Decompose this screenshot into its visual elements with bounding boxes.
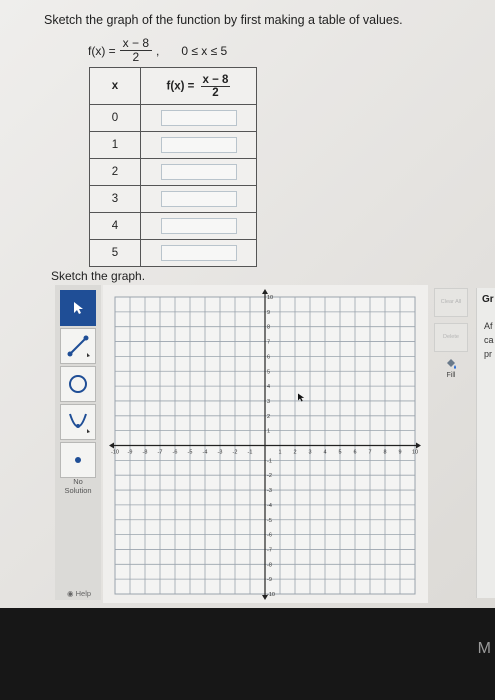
x-tick-label: -8 [143, 450, 148, 456]
f-value-input[interactable] [160, 245, 237, 261]
y-tick-label: 2 [267, 414, 270, 420]
table-row: 3 [89, 185, 257, 213]
y-tick-label: -8 [267, 562, 272, 568]
x-tick-label: 3 [308, 450, 311, 456]
x-value: 5 [89, 239, 141, 267]
x-axis-arrow-right [416, 442, 421, 449]
bottom-bar: M [0, 608, 495, 700]
x-axis-arrow-left [109, 442, 114, 449]
x-tick-label: 4 [323, 450, 326, 456]
point-tool-button[interactable] [60, 442, 96, 478]
function-numerator: x − 8 [119, 37, 153, 51]
y-tick-label: -7 [267, 547, 272, 553]
pointer-tool-button[interactable] [60, 290, 96, 326]
x-value: 1 [89, 131, 141, 159]
f-value-input[interactable] [160, 191, 237, 207]
function-lhs: f(x) = [88, 43, 116, 58]
function-denominator: 2 [132, 50, 140, 64]
table-row: 1 [89, 131, 257, 159]
graph-area[interactable]: -10 -9 -8 -7 -6 -5 -4 -3 -2 -1 1 2 3 4 5 6 7 8 9 10 10 9 8 7 6 5 4… [103, 285, 428, 603]
parabola-tool-button[interactable] [60, 404, 96, 440]
y-tick-label: 10 [267, 295, 273, 301]
x-tick-label: 6 [353, 450, 356, 456]
y-tick-label: -9 [267, 577, 272, 583]
f-value-input[interactable] [160, 137, 237, 153]
x-tick-label: 7 [368, 450, 371, 456]
f-value-input[interactable] [160, 110, 237, 126]
drawing-toolbar: No Solution ◉ Help [55, 285, 101, 600]
x-tick-label: -1 [248, 450, 253, 456]
y-tick-label: 4 [267, 384, 270, 390]
y-tick-label: 7 [267, 340, 270, 346]
f-column-header: f(x) = x − 8 2 [140, 67, 257, 105]
f-value-input[interactable] [160, 164, 237, 180]
bottom-glyph: M [477, 640, 491, 657]
values-table: x f(x) = x − 8 2 0 1 2 3 4 5 [89, 67, 257, 267]
x-value: 0 [89, 104, 141, 132]
x-tick-label: -7 [158, 450, 163, 456]
x-tick-label: 5 [338, 450, 341, 456]
y-tick-label: -1 [267, 458, 272, 464]
sketch-label: Sketch the graph. [51, 269, 146, 283]
x-tick-label: -3 [218, 450, 223, 456]
prompt-text: Sketch the graph of the function by firs… [44, 13, 403, 27]
pointer-icon [74, 302, 83, 314]
table-row: 0 [89, 104, 257, 132]
x-tick-label: -2 [233, 450, 238, 456]
x-tick-label: -6 [173, 450, 178, 456]
circle-icon [69, 375, 87, 393]
x-tick-label: 2 [293, 450, 296, 456]
y-tick-label: -5 [267, 518, 272, 524]
no-solution-button[interactable]: No Solution [59, 477, 97, 495]
x-tick-label: -5 [188, 450, 193, 456]
function-domain: 0 ≤ x ≤ 5 [181, 43, 228, 58]
x-tick-label: -4 [203, 450, 208, 456]
y-tick-label: 1 [267, 429, 270, 435]
right-info-panel: Gr Af ca pr [476, 288, 495, 598]
x-value: 4 [89, 212, 141, 240]
x-tick-label: 1 [278, 450, 281, 456]
function-definition: f(x) = x − 8 2 , 0 ≤ x ≤ 5 [88, 36, 228, 64]
y-tick-label: -2 [267, 473, 272, 479]
side-controls: Clear All Delete Fill [432, 288, 470, 379]
x-tick-label: 9 [398, 450, 401, 456]
fill-button[interactable]: Fill [432, 358, 470, 379]
x-tick-label: -9 [128, 450, 133, 456]
page: Sketch the graph of the function by firs… [0, 0, 495, 608]
y-tick-label: -4 [267, 503, 272, 509]
x-column-header: x [89, 67, 141, 105]
x-tick-label: 8 [383, 450, 386, 456]
y-tick-label: -10 [267, 592, 275, 598]
y-tick-label: -6 [267, 533, 272, 539]
y-tick-label: 9 [267, 310, 270, 316]
x-value: 3 [89, 185, 141, 213]
table-row: 5 [89, 239, 257, 267]
function-fraction: x − 8 2 [119, 37, 153, 64]
parabola-icon [69, 413, 90, 433]
table-row: 4 [89, 212, 257, 240]
y-tick-label: -3 [267, 488, 272, 494]
paint-bucket-icon [447, 359, 456, 369]
line-tool-button[interactable] [60, 328, 96, 364]
point-icon [75, 457, 81, 463]
x-value: 2 [89, 158, 141, 186]
f-value-input[interactable] [160, 218, 237, 234]
y-tick-label: 3 [267, 399, 270, 405]
delete-button[interactable]: Delete [434, 323, 468, 352]
y-tick-label: 5 [267, 369, 270, 375]
x-tick-label: 10 [412, 450, 418, 456]
help-icon: ◉ [67, 589, 74, 598]
table-row: 2 [89, 158, 257, 186]
y-tick-label: 8 [267, 325, 270, 331]
x-tick-label: -10 [111, 450, 119, 456]
clear-all-button[interactable]: Clear All [434, 288, 468, 317]
coordinate-grid[interactable]: -10 -9 -8 -7 -6 -5 -4 -3 -2 -1 1 2 3 4 5 6 7 8 9 10 10 9 8 7 6 5 4… [103, 285, 428, 603]
help-link[interactable]: ◉ Help [67, 589, 91, 598]
circle-tool-button[interactable] [60, 366, 96, 402]
y-tick-label: 6 [267, 354, 270, 360]
line-icon [67, 335, 90, 357]
y-axis-arrow-up [262, 289, 268, 294]
